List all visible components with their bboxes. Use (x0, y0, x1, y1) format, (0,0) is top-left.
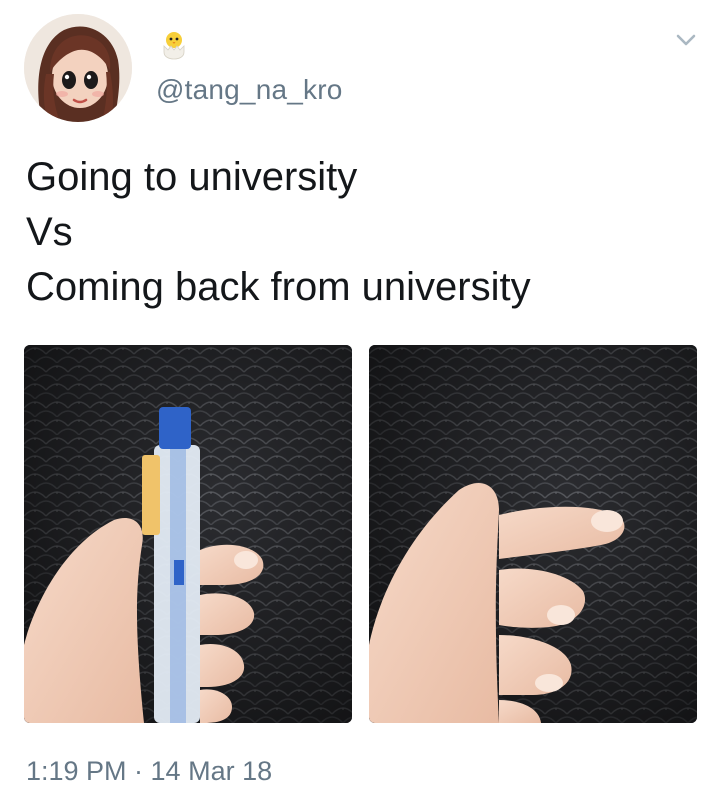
avatar[interactable] (24, 14, 132, 122)
photo-hand-without-pen[interactable] (369, 345, 697, 723)
hatching-chick-icon (158, 30, 190, 60)
tweet-timestamp[interactable]: 1:19 PM · 14 Mar 18 (26, 756, 272, 787)
tweet-text-line: Coming back from university (26, 265, 531, 309)
photo-hand-with-pen[interactable] (24, 345, 352, 723)
user-handle[interactable]: @tang_na_kro (156, 74, 343, 106)
tweet-text: Going to university Vs Coming back from … (26, 150, 706, 315)
chevron-down-icon[interactable] (672, 28, 700, 52)
tweet-text-line: Going to university (26, 155, 358, 199)
tweet-text-line: Vs (26, 210, 73, 254)
cartoon-girl-avatar-icon (24, 14, 132, 122)
